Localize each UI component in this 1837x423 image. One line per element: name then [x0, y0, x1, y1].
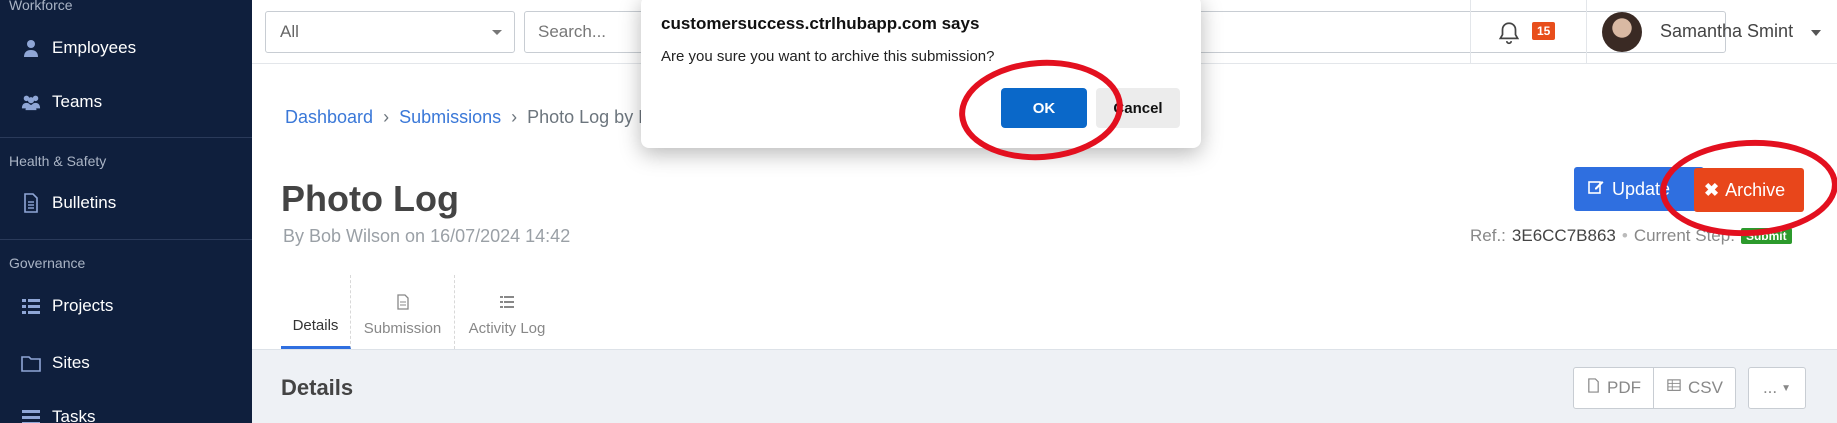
- users-icon: [20, 91, 42, 113]
- confirm-dialog: customersuccess.ctrlhubapp.com says Are …: [641, 0, 1201, 148]
- tab-submission[interactable]: Submission: [351, 275, 455, 349]
- breadcrumb-submissions[interactable]: Submissions: [399, 107, 501, 128]
- tab-bar: Details Submission Activity Log: [281, 275, 559, 349]
- status-badge: Submit: [1740, 228, 1792, 244]
- breadcrumb: Dashboard › Submissions › Photo Log by B: [285, 107, 650, 128]
- csv-label: CSV: [1688, 378, 1723, 397]
- close-icon: ✖: [1704, 179, 1720, 200]
- breadcrumb-current: Photo Log by B: [527, 107, 651, 127]
- breadcrumb-dashboard[interactable]: Dashboard: [285, 107, 373, 128]
- user-name[interactable]: Samantha Smint: [1660, 21, 1793, 42]
- topbar-divider: [1586, 0, 1587, 64]
- archive-button[interactable]: ✖ Archive: [1694, 168, 1804, 212]
- update-label: Update: [1612, 178, 1671, 199]
- tab-activity-log[interactable]: Activity Log: [455, 275, 559, 349]
- section-title: Details: [281, 375, 354, 400]
- sidebar-item-teams[interactable]: Teams: [0, 82, 252, 122]
- notification-badge: 15: [1532, 22, 1556, 40]
- reference-line: Ref.: 3E6CC7B863 • Current Step: Submit: [1470, 226, 1792, 246]
- sidebar-divider: [0, 239, 252, 240]
- sidebar-item-employees[interactable]: Employees: [0, 28, 252, 68]
- topbar-divider: [1470, 0, 1471, 64]
- table-icon: [1666, 378, 1682, 398]
- chevron-down-icon[interactable]: [1811, 30, 1821, 36]
- sidebar-item-tasks[interactable]: Tasks: [0, 397, 252, 423]
- sidebar-item-label: Projects: [52, 296, 114, 315]
- filter-select[interactable]: All: [265, 11, 515, 53]
- sidebar-section-governance: Governance: [9, 255, 86, 271]
- tasks-icon: [20, 406, 42, 423]
- step-label: Current Step:: [1633, 226, 1735, 245]
- chevron-down-icon: [492, 30, 502, 35]
- person-icon: [20, 37, 42, 59]
- document-icon: [20, 192, 42, 214]
- more-actions-button[interactable]: ... ▼: [1748, 367, 1806, 409]
- tab-label: Details: [292, 317, 339, 334]
- chevron-right-icon: ›: [511, 107, 518, 127]
- update-button[interactable]: Update: [1574, 167, 1704, 211]
- sidebar-item-label: Employees: [52, 38, 137, 57]
- filter-select-value: All: [280, 22, 299, 41]
- ref-label: Ref.:: [1470, 226, 1506, 245]
- tab-label: Submission: [363, 320, 442, 337]
- tab-details[interactable]: Details: [281, 275, 351, 349]
- page-subtitle: By Bob Wilson on 16/07/2024 14:42: [283, 226, 571, 246]
- bell-icon[interactable]: [1496, 20, 1522, 46]
- dialog-title: customersuccess.ctrlhubapp.com says: [661, 14, 980, 33]
- csv-button[interactable]: CSV: [1654, 367, 1736, 409]
- sidebar-item-label: Teams: [52, 92, 103, 111]
- folder-icon: [20, 352, 42, 374]
- sidebar-item-label: Bulletins: [52, 193, 117, 212]
- sidebar: Workforce Employees Teams Health & Safet…: [0, 0, 252, 423]
- sidebar-divider: [0, 137, 252, 138]
- cancel-button[interactable]: Cancel: [1096, 88, 1180, 128]
- pdf-label: PDF: [1607, 378, 1641, 397]
- tab-label: Activity Log: [468, 320, 546, 337]
- page-title: Photo Log: [281, 178, 459, 219]
- edit-icon: [1588, 179, 1604, 200]
- chevron-right-icon: ›: [383, 107, 390, 127]
- sidebar-item-projects[interactable]: Projects: [0, 286, 252, 326]
- ok-button[interactable]: OK: [1001, 88, 1087, 128]
- chevron-down-icon: ▼: [1781, 382, 1792, 394]
- ref-value: 3E6CC7B863: [1511, 226, 1616, 245]
- pdf-icon: [1586, 378, 1601, 398]
- export-button-group: PDF CSV: [1573, 367, 1736, 409]
- sidebar-section-workforce: Workforce: [9, 0, 73, 13]
- sidebar-section-health-safety: Health & Safety: [9, 153, 107, 169]
- document-icon: [395, 294, 411, 310]
- avatar[interactable]: [1602, 12, 1642, 52]
- archive-label: Archive: [1725, 179, 1786, 200]
- sidebar-item-label: Tasks: [52, 407, 96, 423]
- sidebar-item-sites[interactable]: Sites: [0, 343, 252, 383]
- dialog-message: Are you sure you want to archive this su…: [661, 48, 995, 65]
- pdf-button[interactable]: PDF: [1573, 367, 1654, 409]
- separator-dot: •: [1621, 226, 1628, 245]
- sidebar-item-label: Sites: [52, 353, 90, 372]
- more-label: ...: [1762, 378, 1778, 397]
- sidebar-item-bulletins[interactable]: Bulletins: [0, 183, 252, 223]
- list-icon: [20, 295, 42, 317]
- list-icon: [499, 294, 515, 310]
